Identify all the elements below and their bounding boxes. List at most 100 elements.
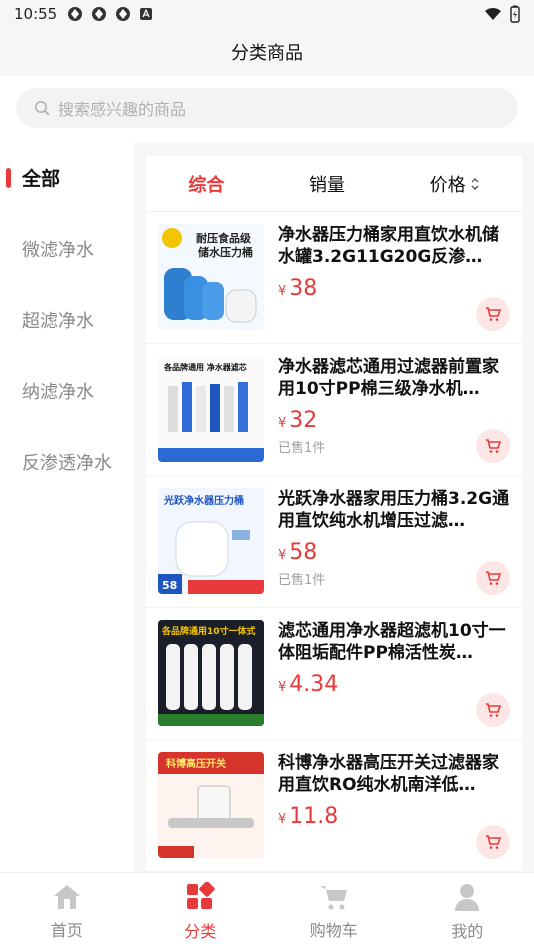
price-currency: ¥	[278, 812, 287, 827]
price-value: 58	[289, 540, 318, 565]
sort-price[interactable]: 价格	[430, 171, 480, 197]
product-item[interactable]: 各品牌通用10寸一体式 滤芯通用净水器超滤机10寸一体阻垢配件PP棉活性炭… ¥…	[146, 608, 522, 740]
cart-icon	[486, 307, 502, 321]
app-notification-icon	[92, 7, 107, 21]
product-price: ¥32	[278, 408, 510, 433]
product-title: 光跃净水器家用压力桶3.2G通用直饮纯水机增压过滤…	[278, 489, 510, 531]
product-image: 科博高压开关	[158, 752, 264, 858]
bottom-tab-bar: 首页 分类 购物车 我的	[0, 872, 534, 950]
sidebar-item-microfiltration[interactable]: 微滤净水	[0, 213, 134, 284]
product-item[interactable]: 科博高压开关 科博净水器高压开关过滤器家用直饮RO纯水机南洋低… ¥11.8	[146, 740, 522, 872]
status-time: 10:55	[14, 5, 58, 23]
product-image-text: 科博高压开关	[166, 757, 226, 770]
price-value: 4.34	[289, 672, 339, 697]
product-price: ¥38	[278, 276, 510, 301]
product-price: ¥11.8	[278, 804, 510, 829]
cart-icon	[486, 571, 502, 585]
status-system-icons	[484, 5, 520, 23]
user-icon	[455, 883, 480, 911]
product-image-text: 耐压食品级	[196, 231, 252, 245]
price-currency: ¥	[278, 284, 287, 299]
product-title: 科博净水器高压开关过滤器家用直饮RO纯水机南洋低…	[278, 753, 499, 795]
product-image-text: 光跃净水器压力桶	[163, 494, 244, 507]
cart-icon	[486, 703, 502, 717]
product-image: 耐压食品级 储水压力桶	[158, 224, 264, 330]
search-icon	[34, 100, 50, 116]
wifi-icon	[485, 8, 501, 20]
product-image: 各品牌通用10寸一体式	[158, 620, 264, 726]
category-sidebar: 全部 微滤净水 超滤净水 纳滤净水 反渗透净水	[0, 142, 134, 872]
category-icon	[187, 881, 215, 909]
app-notification-icon	[116, 7, 131, 21]
sidebar-item-label: 微滤净水	[22, 239, 94, 261]
text-notification-icon	[140, 8, 153, 20]
product-item[interactable]: 光跃净水器压力桶 58 光跃净水器家用压力桶3.2G通用直饮纯水机增压过滤… ¥…	[146, 476, 522, 608]
search-placeholder: 搜索感兴趣的商品	[58, 100, 187, 119]
shopping-cart-icon	[319, 885, 347, 909]
sort-comprehensive[interactable]: 综合	[188, 171, 224, 197]
search-bar-container: 搜索感兴趣的商品	[0, 76, 534, 142]
tab-category[interactable]: 分类	[134, 873, 268, 950]
product-title: 滤芯通用净水器超滤机10寸一体阻垢配件PP棉活性炭…	[278, 621, 506, 663]
cart-icon	[486, 835, 502, 849]
product-image: 各品牌通用 净水器滤芯	[158, 356, 264, 462]
tab-profile[interactable]: 我的	[401, 873, 534, 950]
tab-home[interactable]: 首页	[0, 873, 134, 950]
product-title: 净水器滤芯通用过滤器前置家用10寸PP棉三级净水机…	[278, 357, 499, 399]
product-content: 综合 销量 价格 耐压食品级 储水压力桶 净水器压力桶家用直饮水机储水罐3.2G…	[134, 142, 534, 872]
add-to-cart-button[interactable]	[476, 693, 510, 727]
search-input[interactable]: 搜索感兴趣的商品	[16, 88, 518, 128]
product-title: 净水器压力桶家用直饮水机储水罐3.2G11G20G反渗…	[278, 225, 499, 267]
app-notification-icon	[68, 7, 83, 21]
sort-comprehensive-label: 综合	[188, 174, 225, 196]
status-notification-icons	[67, 6, 153, 22]
page-header: 分类商品	[0, 28, 534, 76]
sort-sales[interactable]: 销量	[309, 171, 345, 197]
product-item[interactable]: 各品牌通用 净水器滤芯 净水器滤芯通用过滤器前置家用10寸PP棉三级净水机… ¥…	[146, 344, 522, 476]
sidebar-item-nanofiltration[interactable]: 纳滤净水	[0, 355, 134, 426]
sort-price-label: 价格	[429, 174, 466, 196]
product-price: ¥58	[278, 540, 510, 565]
sort-arrows-icon	[471, 177, 479, 190]
sidebar-item-all[interactable]: 全部	[0, 142, 134, 213]
product-panel: 综合 销量 价格 耐压食品级 储水压力桶 净水器压力桶家用直饮水机储水罐3.2G…	[146, 156, 522, 872]
sidebar-item-reverse-osmosis[interactable]: 反渗透净水	[0, 426, 134, 497]
tab-cart[interactable]: 购物车	[267, 873, 401, 950]
sidebar-item-label: 全部	[22, 168, 61, 190]
price-currency: ¥	[278, 416, 287, 431]
product-info: 光跃净水器家用压力桶3.2G通用直饮纯水机增压过滤… ¥58 已售1件	[278, 488, 510, 595]
tab-cart-label: 购物车	[309, 920, 358, 940]
product-image: 光跃净水器压力桶 58	[158, 488, 264, 594]
cart-icon	[486, 439, 502, 453]
sidebar-item-label: 纳滤净水	[22, 381, 94, 403]
product-info: 滤芯通用净水器超滤机10寸一体阻垢配件PP棉活性炭… ¥4.34	[278, 620, 510, 727]
sort-sales-label: 销量	[308, 174, 345, 196]
battery-icon	[510, 5, 520, 23]
product-info: 净水器滤芯通用过滤器前置家用10寸PP棉三级净水机… ¥32 已售1件	[278, 356, 510, 463]
tab-category-label: 分类	[184, 921, 217, 941]
price-currency: ¥	[278, 548, 287, 563]
sidebar-item-label: 反渗透净水	[22, 452, 112, 474]
page-title: 分类商品	[231, 43, 303, 64]
price-value: 11.8	[289, 804, 339, 829]
product-info: 科博净水器高压开关过滤器家用直饮RO纯水机南洋低… ¥11.8	[278, 752, 510, 859]
add-to-cart-button[interactable]	[476, 561, 510, 595]
product-image-text: 各品牌通用 净水器滤芯	[163, 362, 247, 372]
product-price: ¥4.34	[278, 672, 510, 697]
add-to-cart-button[interactable]	[476, 825, 510, 859]
sort-bar: 综合 销量 价格	[146, 156, 522, 212]
product-image-text: 储水压力桶	[198, 245, 253, 259]
product-item[interactable]: 耐压食品级 储水压力桶 净水器压力桶家用直饮水机储水罐3.2G11G20G反渗……	[146, 212, 522, 344]
product-image-text: 各品牌通用10寸一体式	[161, 625, 256, 637]
home-icon	[53, 884, 80, 909]
price-currency: ¥	[278, 680, 287, 695]
status-bar: 10:55	[0, 0, 534, 28]
tab-profile-label: 我的	[451, 921, 484, 941]
sidebar-item-ultrafiltration[interactable]: 超滤净水	[0, 284, 134, 355]
add-to-cart-button[interactable]	[476, 297, 510, 331]
add-to-cart-button[interactable]	[476, 429, 510, 463]
price-value: 32	[289, 408, 318, 433]
sidebar-item-label: 超滤净水	[22, 310, 94, 332]
product-image-text: 58	[162, 579, 177, 592]
product-info: 净水器压力桶家用直饮水机储水罐3.2G11G20G反渗… ¥38	[278, 224, 510, 331]
